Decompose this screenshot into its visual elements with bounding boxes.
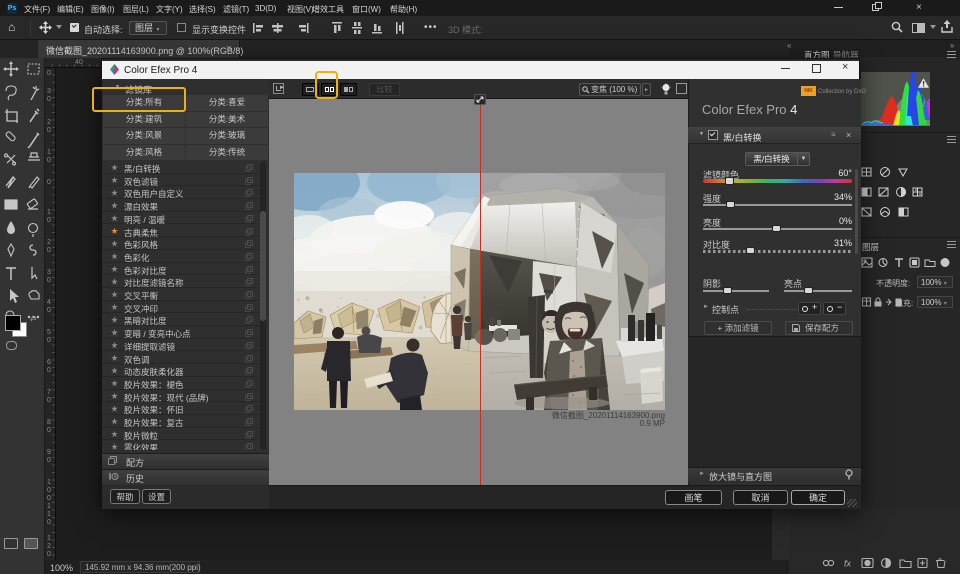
svg-text:fx: fx bbox=[844, 559, 852, 569]
